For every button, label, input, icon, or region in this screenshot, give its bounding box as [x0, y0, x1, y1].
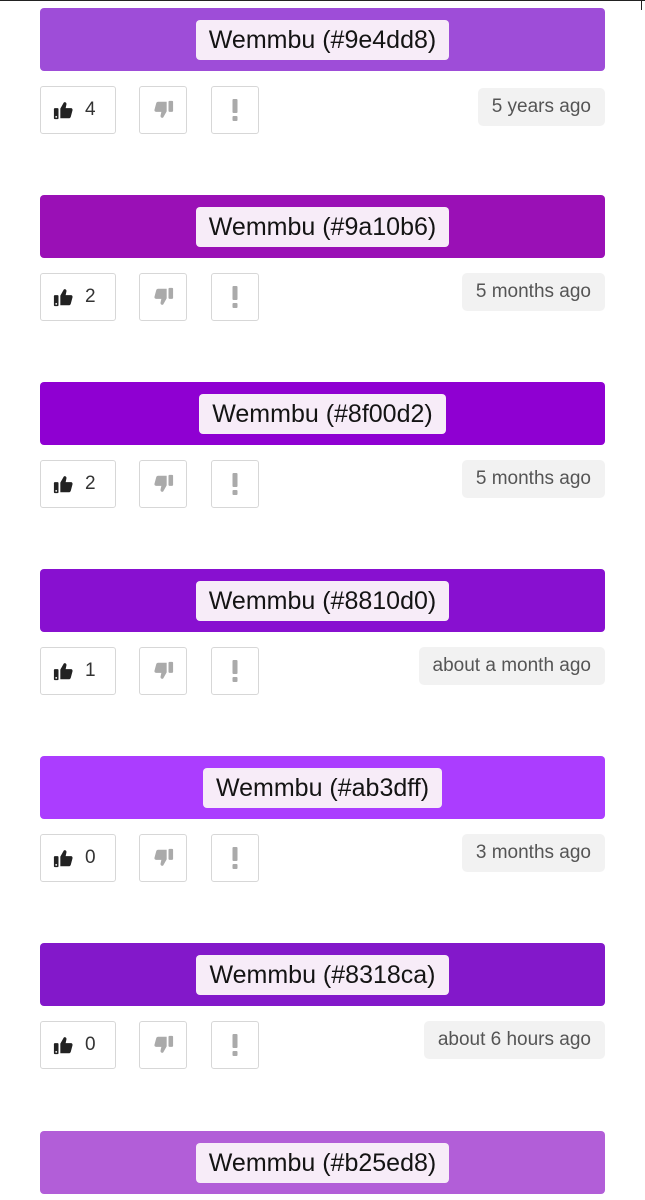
entry-actions: 2 5 months ago — [40, 273, 605, 323]
color-swatch[interactable]: Wemmbu (#8810d0) — [40, 569, 605, 632]
color-swatch[interactable]: Wemmbu (#b25ed8) — [40, 1131, 605, 1194]
like-button[interactable]: 0 — [40, 1021, 116, 1069]
top-divider-cap — [641, 0, 642, 10]
color-swatch[interactable]: Wemmbu (#8f00d2) — [40, 382, 605, 445]
color-entry: Wemmbu (#8810d0) 1 about a month ago — [40, 569, 605, 697]
timestamp: about 6 hours ago — [423, 1021, 605, 1059]
like-count: 1 — [85, 660, 96, 681]
thumbs-up-icon — [53, 473, 75, 495]
color-name-label: Wemmbu (#9e4dd8) — [195, 19, 450, 60]
exclamation-icon — [230, 98, 240, 122]
dislike-button[interactable] — [139, 1021, 187, 1069]
thumbs-up-icon — [53, 1034, 75, 1056]
thumbs-up-icon — [53, 847, 75, 869]
color-name-label: Wemmbu (#9a10b6) — [195, 206, 450, 247]
like-count: 2 — [85, 473, 96, 494]
like-button[interactable]: 2 — [40, 460, 116, 508]
color-entry: Wemmbu (#b25ed8) — [40, 1131, 605, 1194]
like-button[interactable]: 2 — [40, 273, 116, 321]
color-name-label: Wemmbu (#8f00d2) — [199, 393, 446, 434]
thumbs-down-icon — [152, 847, 174, 869]
like-count: 2 — [85, 286, 96, 307]
exclamation-icon — [230, 659, 240, 683]
timestamp: 3 months ago — [461, 834, 605, 872]
color-name-label: Wemmbu (#ab3dff) — [202, 767, 443, 808]
thumbs-up-icon — [53, 660, 75, 682]
report-button[interactable] — [211, 273, 259, 321]
like-button[interactable]: 1 — [40, 647, 116, 695]
like-count: 4 — [85, 99, 96, 120]
color-entry: Wemmbu (#9a10b6) 2 5 months ago — [40, 195, 605, 323]
thumbs-down-icon — [152, 660, 174, 682]
color-entry: Wemmbu (#8f00d2) 2 5 months ago — [40, 382, 605, 510]
color-entry: Wemmbu (#9e4dd8) 4 5 years ago — [40, 8, 605, 136]
exclamation-icon — [230, 1033, 240, 1057]
color-swatch[interactable]: Wemmbu (#ab3dff) — [40, 756, 605, 819]
entry-actions: 1 about a month ago — [40, 647, 605, 697]
report-button[interactable] — [211, 1021, 259, 1069]
timestamp: 5 years ago — [477, 88, 605, 126]
thumbs-down-icon — [152, 1034, 174, 1056]
entry-actions: 0 3 months ago — [40, 834, 605, 884]
color-name-label: Wemmbu (#b25ed8) — [195, 1142, 450, 1183]
exclamation-icon — [230, 472, 240, 496]
top-divider — [0, 0, 645, 1]
dislike-button[interactable] — [139, 647, 187, 695]
report-button[interactable] — [211, 834, 259, 882]
report-button[interactable] — [211, 647, 259, 695]
timestamp: 5 months ago — [461, 460, 605, 498]
timestamp: 5 months ago — [461, 273, 605, 311]
thumbs-down-icon — [152, 473, 174, 495]
exclamation-icon — [230, 285, 240, 309]
like-count: 0 — [85, 847, 96, 868]
color-list-page: Wemmbu (#9e4dd8) 4 5 years ago Wemmbu (#… — [0, 0, 645, 1200]
entry-actions: 4 5 years ago — [40, 86, 605, 136]
dislike-button[interactable] — [139, 273, 187, 321]
like-button[interactable]: 4 — [40, 86, 116, 134]
report-button[interactable] — [211, 460, 259, 508]
color-entry: Wemmbu (#8318ca) 0 about 6 hours ago — [40, 943, 605, 1071]
color-entry: Wemmbu (#ab3dff) 0 3 months ago — [40, 756, 605, 884]
thumbs-up-icon — [53, 286, 75, 308]
exclamation-icon — [230, 846, 240, 870]
dislike-button[interactable] — [139, 86, 187, 134]
thumbs-down-icon — [152, 286, 174, 308]
color-name-label: Wemmbu (#8318ca) — [196, 954, 449, 995]
timestamp: about a month ago — [418, 647, 605, 685]
color-swatch[interactable]: Wemmbu (#9e4dd8) — [40, 8, 605, 71]
color-swatch[interactable]: Wemmbu (#9a10b6) — [40, 195, 605, 258]
thumbs-down-icon — [152, 99, 174, 121]
entry-actions: 2 5 months ago — [40, 460, 605, 510]
report-button[interactable] — [211, 86, 259, 134]
dislike-button[interactable] — [139, 834, 187, 882]
color-swatch[interactable]: Wemmbu (#8318ca) — [40, 943, 605, 1006]
thumbs-up-icon — [53, 99, 75, 121]
entry-actions: 0 about 6 hours ago — [40, 1021, 605, 1071]
dislike-button[interactable] — [139, 460, 187, 508]
like-count: 0 — [85, 1034, 96, 1055]
color-name-label: Wemmbu (#8810d0) — [195, 580, 450, 621]
like-button[interactable]: 0 — [40, 834, 116, 882]
